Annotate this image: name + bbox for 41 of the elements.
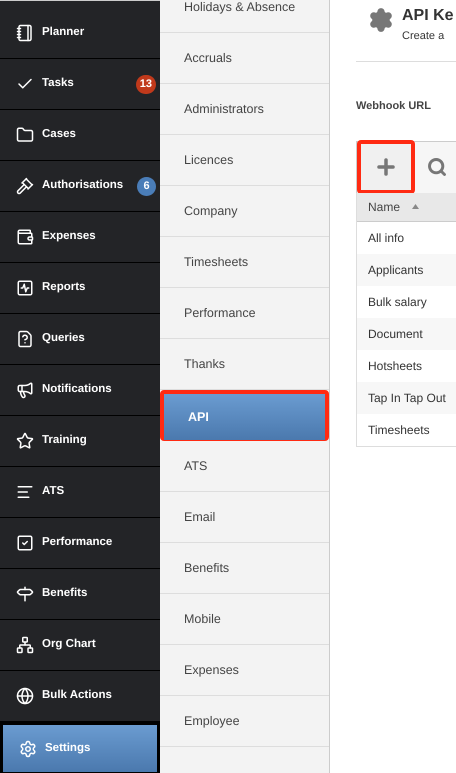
column-header[interactable]: Name: [357, 192, 456, 222]
menu-item[interactable]: Holidays & Absence: [160, 0, 329, 32]
megaphone-icon: [16, 381, 34, 399]
add-button[interactable]: [361, 144, 411, 190]
star-icon: [16, 432, 34, 450]
org-chart-icon: [16, 636, 34, 654]
wallet-icon: [16, 228, 34, 246]
menu-item[interactable]: ATS: [160, 441, 329, 491]
section-label: Webhook URL: [356, 99, 432, 114]
chart-icon: [16, 279, 34, 297]
menu-item[interactable]: API: [164, 394, 325, 440]
table-cell: Tap In Tap Out: [357, 382, 456, 414]
folder-icon: [16, 126, 34, 144]
menu-item[interactable]: Expenses: [160, 645, 329, 695]
menu-item[interactable]: Administrators: [160, 84, 329, 134]
count-badge: 13: [136, 74, 156, 94]
menu-item[interactable]: Company: [160, 186, 329, 236]
table-cell: Applicants: [357, 254, 456, 286]
menu-item[interactable]: Performance: [160, 288, 329, 338]
sidebar-item[interactable]: Settings: [3, 725, 157, 772]
menu-item[interactable]: Timesheets: [160, 237, 329, 287]
globe-icon: [16, 687, 34, 705]
search-icon: [427, 157, 447, 177]
checkbox-icon: [16, 534, 34, 552]
notebook-icon: [16, 24, 34, 42]
page-title: API Ke: [402, 6, 454, 26]
page-subtitle: Create a: [402, 29, 446, 44]
gavel-icon: [16, 177, 34, 195]
menu-item[interactable]: Benefits: [160, 543, 329, 593]
menu-item[interactable]: Email: [160, 492, 329, 542]
menu-item[interactable]: Mobile: [160, 594, 329, 644]
menu-item[interactable]: Employee: [160, 696, 329, 746]
search-button[interactable]: [425, 155, 449, 179]
signpost-icon: [16, 585, 34, 603]
menu-item[interactable]: Licences: [160, 135, 329, 185]
bars-icon: [16, 483, 34, 501]
menu-item[interactable]: Accruals: [160, 33, 329, 83]
menu-item[interactable]: Thanks: [160, 339, 329, 389]
question-document-icon: [16, 330, 34, 348]
table-cell: Document: [357, 318, 456, 350]
count-badge: 6: [137, 176, 156, 196]
